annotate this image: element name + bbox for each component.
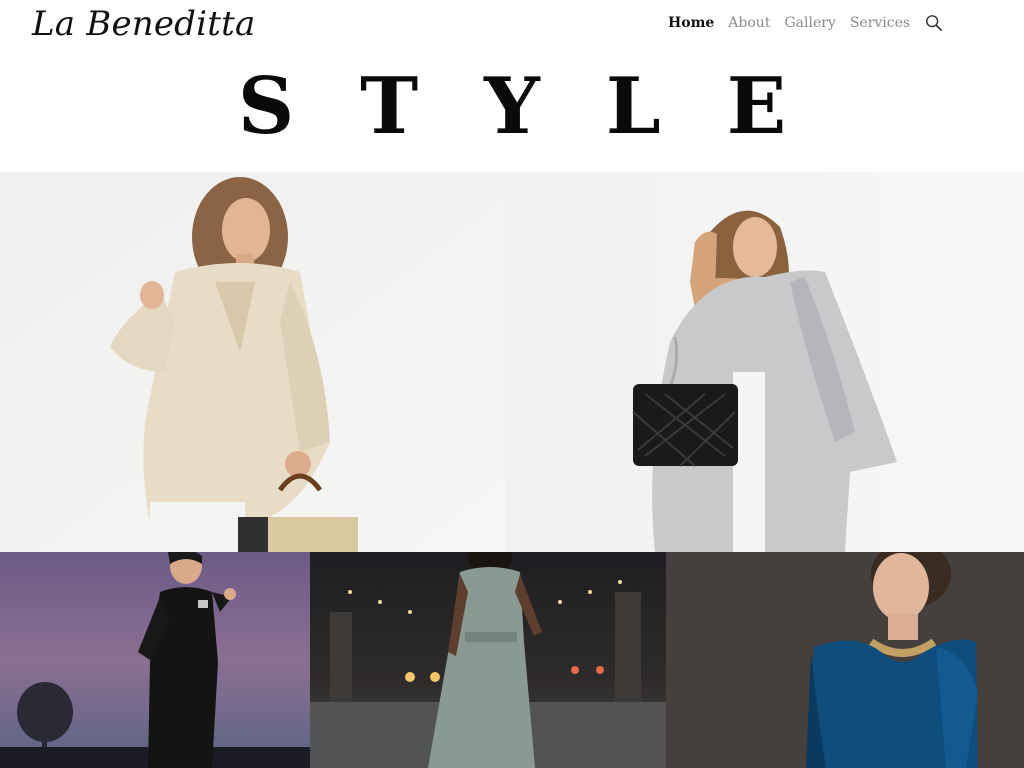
photo-blue-velvet bbox=[666, 552, 1024, 768]
nav-item-home[interactable]: Home bbox=[668, 12, 714, 34]
nav-item-gallery[interactable]: Gallery bbox=[784, 12, 835, 34]
main-nav: Home About Gallery Services bbox=[668, 12, 944, 34]
photo-green-jumpsuit bbox=[310, 552, 666, 768]
hero-title-wrap: STYLE bbox=[0, 62, 1024, 152]
photo-cream-coat bbox=[0, 172, 505, 552]
gallery-photo-2[interactable] bbox=[505, 172, 1024, 552]
nav-item-services[interactable]: Services bbox=[850, 12, 910, 34]
gallery-photo-4[interactable] bbox=[310, 552, 666, 768]
gallery-photo-3[interactable] bbox=[0, 552, 310, 768]
search-button[interactable] bbox=[924, 12, 944, 34]
site-logo[interactable]: La Beneditta bbox=[32, 2, 255, 46]
search-icon bbox=[926, 15, 943, 32]
site-header: La Beneditta Home About Gallery Services… bbox=[0, 0, 1024, 172]
gallery-photo-1[interactable] bbox=[0, 172, 505, 552]
photo-grey-coat bbox=[505, 172, 1024, 552]
photo-black-dress bbox=[0, 552, 310, 768]
gallery-photo-5[interactable] bbox=[666, 552, 1024, 768]
nav-item-about[interactable]: About bbox=[728, 12, 770, 34]
hero-title: STYLE bbox=[237, 61, 853, 152]
